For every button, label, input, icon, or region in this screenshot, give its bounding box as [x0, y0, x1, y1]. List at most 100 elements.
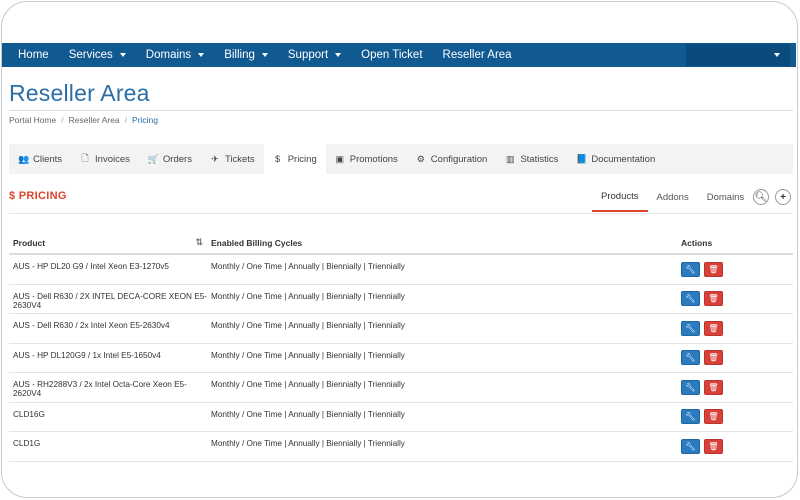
table-row: AUS - Dell R630 / 2X INTEL DECA-CORE XEO… [9, 285, 793, 314]
row-actions: 🔧︎ 🗑︎ [681, 314, 793, 343]
wrench-icon: 🔧︎ [685, 294, 696, 304]
pricing-subtabs: Products Addons Domains [592, 182, 753, 212]
top-navbar: Home Services Domains Billing Support Op… [2, 43, 796, 67]
tab-promotions[interactable]: ▣ Promotions [326, 144, 407, 174]
billing-cycles: Monthly / One Time | Annually | Biennial… [211, 350, 405, 360]
tab-label: Promotions [349, 153, 398, 165]
table-header: Product ⇅ Enabled Billing Cycles Actions [9, 233, 793, 255]
search-button[interactable]: 🔍︎ [753, 189, 769, 205]
edit-button[interactable]: 🔧︎ [681, 438, 700, 454]
tab-configuration[interactable]: ⚙ Configuration [407, 144, 497, 174]
cart-icon: 🛒 [147, 153, 160, 164]
page-title: Reseller Area [9, 80, 150, 106]
breadcrumb-reseller-area[interactable]: Reseller Area [69, 115, 120, 125]
column-actions: Actions [681, 238, 713, 248]
subtab-domains[interactable]: Domains [698, 182, 754, 212]
tab-clients[interactable]: 👥 Clients [9, 144, 71, 174]
table-row: CLD16G Monthly / One Time | Annually | Bi… [9, 403, 793, 432]
row-actions: 🔧︎ 🗑︎ [681, 285, 793, 314]
nav-label: Domains [145, 49, 192, 61]
delete-button[interactable]: 🗑︎ [704, 379, 723, 395]
nav-domains[interactable]: Domains [136, 43, 214, 67]
module-tabs: 👥 Clients 🗋 Invoices 🛒 Orders ✈ Tickets $ Pricing… [9, 144, 793, 174]
row-actions: 🔧︎ 🗑︎ [681, 344, 793, 373]
product-name: AUS - HP DL20 G9 / Intel Xeon E3-1270v5 [13, 262, 169, 271]
delete-button[interactable]: 🗑︎ [704, 261, 723, 277]
caret-down-icon [335, 53, 342, 57]
caret-down-icon [774, 53, 780, 57]
breadcrumb: Portal Home / Reseller Area / Pricing [9, 115, 158, 125]
trash-icon: 🗑︎ [708, 294, 719, 304]
breadcrumb-separator: / [61, 115, 64, 125]
edit-button[interactable]: 🔧︎ [681, 320, 700, 336]
table-row: AUS - HP DL120G9 / 1x Intel E5-1650v4 Mon… [9, 344, 793, 373]
nav-label: Reseller Area [442, 49, 512, 61]
trash-icon: 🗑︎ [708, 412, 719, 422]
delete-button[interactable]: 🗑︎ [704, 320, 723, 336]
delete-button[interactable]: 🗑︎ [704, 409, 723, 425]
tab-statistics[interactable]: ▥ Statistics [496, 144, 567, 174]
dollar-icon: $ [275, 154, 281, 164]
book-icon: 📘 [576, 153, 588, 164]
edit-button[interactable]: 🔧︎ [681, 409, 700, 425]
tab-label: Invoices [95, 153, 130, 165]
caret-down-icon [261, 53, 268, 57]
column-label: Product [13, 238, 46, 248]
nav-support[interactable]: Support [278, 43, 351, 67]
tab-invoices[interactable]: 🗋 Invoices [71, 144, 139, 174]
wrench-icon: 🔧︎ [685, 412, 696, 422]
delete-button[interactable]: 🗑︎ [704, 350, 723, 366]
nav-reseller-area[interactable]: Reseller Area [433, 43, 522, 67]
edit-button[interactable]: 🔧︎ [681, 350, 700, 366]
add-button[interactable]: + [775, 189, 791, 205]
nav-open-ticket[interactable]: Open Ticket [351, 43, 432, 67]
delete-button[interactable]: 🗑︎ [704, 291, 723, 307]
product-name: AUS - Dell R630 / 2x Intel Xeon E5-2630v… [13, 321, 170, 330]
product-name: AUS - Dell R630 / 2X INTEL DECA-CORE XEO… [13, 291, 207, 310]
nav-label: Services [68, 49, 113, 61]
nav-label: Open Ticket [361, 49, 423, 61]
product-name: CLD1G [13, 439, 41, 448]
tab-orders[interactable]: 🛒 Orders [139, 144, 201, 174]
breadcrumb-portal-home[interactable]: Portal Home [9, 115, 56, 125]
subtab-products[interactable]: Products [592, 182, 648, 212]
billing-cycles: Monthly / One Time | Annually | Biennial… [211, 321, 405, 330]
subtab-addons[interactable]: Addons [648, 182, 698, 212]
nav-home[interactable]: Home [2, 43, 59, 67]
column-billing-cycles: Enabled Billing Cycles [211, 238, 303, 248]
account-menu[interactable] [686, 44, 790, 66]
product-name: AUS - RH2288V3 / 2x Intel Octa-Core Xeon… [13, 380, 187, 398]
nav-billing[interactable]: Billing [214, 43, 278, 67]
divider [9, 110, 793, 111]
breadcrumb-separator: / [124, 115, 128, 125]
edit-button[interactable]: 🔧︎ [681, 261, 700, 277]
product-name: CLD16G [13, 409, 45, 419]
nav-label: Support [287, 49, 329, 61]
table-row: AUS - RH2288V3 / 2x Intel Octa-Core Xeon… [9, 373, 793, 403]
billing-cycles: Monthly / One Time | Annually | Biennial… [211, 409, 405, 419]
table-body: AUS - HP DL20 G9 / Intel Xeon E3-1270v5 M… [9, 255, 793, 462]
row-actions: 🔧︎ 🗑︎ [681, 255, 793, 284]
delete-button[interactable]: 🗑︎ [704, 438, 723, 454]
row-actions: 🔧︎ 🗑︎ [681, 373, 793, 402]
tab-tickets[interactable]: ✈ Tickets [201, 144, 264, 174]
billing-cycles: Monthly / One Time | Annually | Biennial… [211, 439, 405, 448]
caret-down-icon [198, 53, 205, 57]
product-name: AUS - HP DL120G9 / 1x Intel E5-1650v4 [13, 350, 161, 360]
sort-icon[interactable]: ⇅ [195, 237, 203, 248]
tab-label: Statistics [520, 153, 559, 165]
edit-button[interactable]: 🔧︎ [681, 291, 700, 307]
tab-pricing[interactable]: $ Pricing [263, 144, 326, 174]
column-product[interactable]: Product ⇅ [9, 237, 211, 248]
trash-icon: 🗑︎ [708, 441, 719, 451]
pricing-table: Product ⇅ Enabled Billing Cycles Actions… [9, 233, 793, 462]
nav-services[interactable]: Services [59, 43, 136, 67]
users-icon: 👥 [18, 153, 30, 164]
caret-down-icon [119, 53, 126, 57]
tab-documentation[interactable]: 📘 Documentation [567, 144, 664, 174]
table-row: AUS - HP DL20 G9 / Intel Xeon E3-1270v5 M… [9, 255, 793, 285]
trash-icon: 🗑︎ [708, 323, 719, 333]
edit-button[interactable]: 🔧︎ [681, 379, 700, 395]
search-icon: 🔍︎ [754, 191, 768, 203]
file-icon: 🗋 [81, 153, 89, 163]
